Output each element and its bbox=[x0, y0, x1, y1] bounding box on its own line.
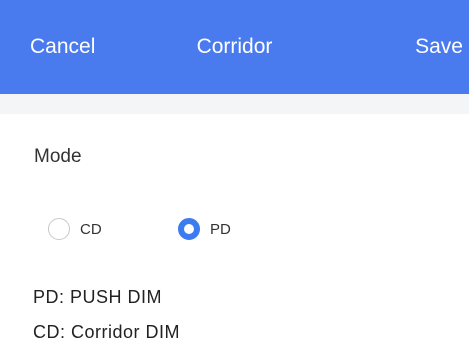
mode-label: Mode bbox=[34, 146, 82, 167]
cancel-button[interactable]: Cancel bbox=[30, 34, 95, 60]
cd-description: CD: Corridor DIM bbox=[33, 322, 181, 342]
section-divider bbox=[0, 94, 469, 114]
mode-option-cd-label: CD bbox=[80, 220, 102, 238]
pd-description: PD: PUSH DIM bbox=[33, 287, 163, 307]
navigation-bar: Corridor Cancel Save bbox=[0, 0, 469, 94]
radio-selected-icon[interactable] bbox=[178, 218, 200, 240]
mode-option-pd[interactable]: PD bbox=[178, 218, 231, 240]
save-button[interactable]: Save bbox=[415, 34, 463, 60]
mode-option-pd-label: PD bbox=[210, 220, 231, 238]
mode-option-cd[interactable]: CD bbox=[48, 218, 102, 240]
radio-unselected-icon[interactable] bbox=[48, 218, 70, 240]
